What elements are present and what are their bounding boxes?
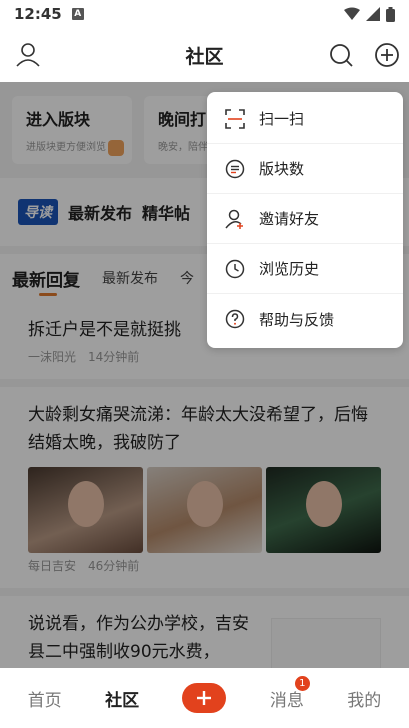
- menu-item-label: 扫一扫: [259, 110, 305, 128]
- menu-item-help[interactable]: 帮助与反馈: [207, 294, 403, 344]
- plus-popup-menu: 扫一扫 版块数 邀请好友 浏览历史 帮助与反馈: [207, 92, 403, 348]
- app-header: 社区: [0, 28, 409, 82]
- menu-item-label: 版块数: [259, 160, 305, 178]
- menu-item-label: 浏览历史: [259, 260, 320, 278]
- page-title: 社区: [185, 45, 224, 68]
- menu-item-invite[interactable]: 邀请好友: [207, 194, 403, 244]
- status-icons: [344, 6, 395, 22]
- plus-circle-icon[interactable]: [374, 42, 400, 68]
- nav-community[interactable]: 社区: [105, 686, 139, 711]
- add-person-icon: [225, 209, 243, 229]
- signal-icon: [366, 7, 380, 21]
- nav-messages[interactable]: 消息 1: [269, 675, 310, 711]
- nav-home[interactable]: 首页: [28, 686, 62, 711]
- menu-item-scan[interactable]: 扫一扫: [207, 94, 403, 144]
- clock-icon: [225, 259, 245, 278]
- status-bar: 12:45 A: [0, 0, 409, 28]
- post-create-button[interactable]: [182, 683, 227, 713]
- status-time: 12:45: [14, 5, 62, 23]
- message-badge: 1: [294, 675, 310, 691]
- battery-icon: [386, 6, 395, 22]
- menu-item-label: 邀请好友: [259, 210, 320, 228]
- menu-item-label: 帮助与反馈: [259, 310, 335, 329]
- nav-messages-label: 消息: [269, 690, 304, 711]
- menu-item-history[interactable]: 浏览历史: [207, 244, 403, 294]
- search-icon[interactable]: [328, 42, 354, 68]
- plus-icon: [197, 691, 212, 705]
- sim-icon: A: [71, 8, 84, 20]
- list-icon: [225, 159, 245, 178]
- menu-item-sections[interactable]: 版块数: [207, 144, 403, 194]
- person-icon[interactable]: [14, 40, 42, 68]
- wifi-icon: [344, 7, 360, 20]
- bottom-nav: 首页 社区 消息 1 我的: [0, 668, 409, 728]
- help-icon: [225, 309, 245, 329]
- scan-icon: [225, 108, 245, 129]
- nav-mine[interactable]: 我的: [347, 686, 381, 711]
